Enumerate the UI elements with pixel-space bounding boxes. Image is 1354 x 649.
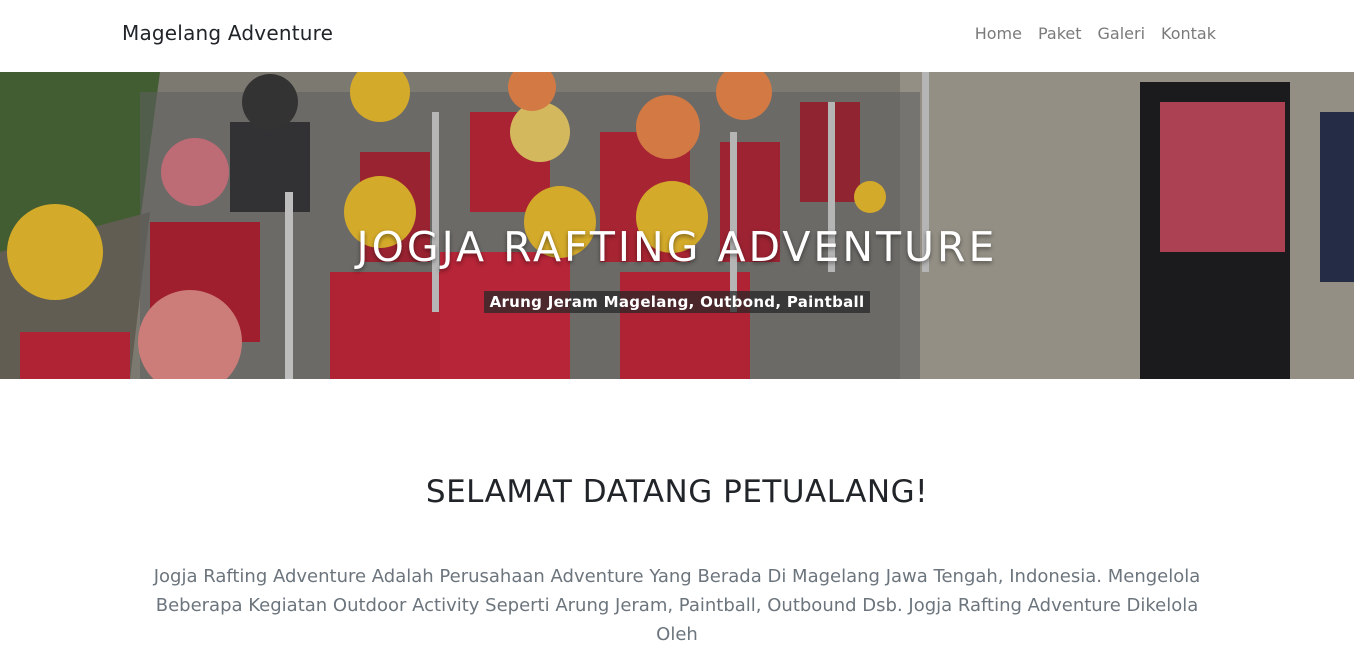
hero-title: JOGJA RAFTING ADVENTURE: [356, 223, 998, 271]
navbar: Magelang Adventure Home Paket Galeri Kon…: [0, 0, 1354, 72]
hero-subtitle: Arung Jeram Magelang, Outbond, Paintball: [483, 291, 871, 313]
welcome-heading: SELAMAT DATANG PETUALANG!: [425, 474, 929, 510]
hero-subtitle-wrap: Arung Jeram Magelang, Outbond, Paintball: [0, 291, 1354, 313]
intro-paragraph: Jogja Rafting Adventure Adalah Perusahaa…: [153, 566, 1201, 645]
nav-links: Home Paket Galeri Kontak: [967, 24, 1224, 43]
brand-link[interactable]: Magelang Adventure: [122, 21, 333, 45]
nav-kontak[interactable]: Kontak: [1153, 24, 1224, 43]
nav-paket[interactable]: Paket: [1030, 24, 1090, 43]
nav-galeri[interactable]: Galeri: [1090, 24, 1154, 43]
nav-home[interactable]: Home: [967, 24, 1030, 43]
hero-banner: JOGJA RAFTING ADVENTURE Arung Jeram Mage…: [0, 72, 1354, 379]
